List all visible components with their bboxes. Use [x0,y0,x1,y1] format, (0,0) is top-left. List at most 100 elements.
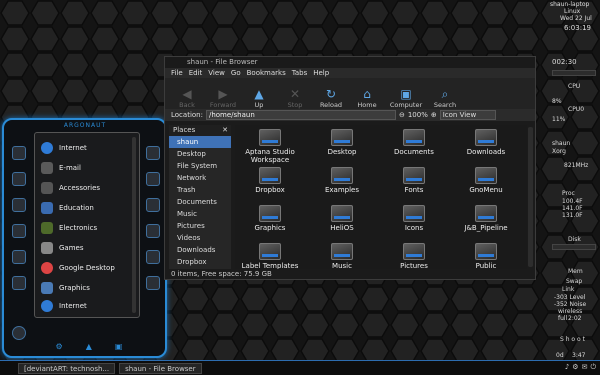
sidebar-item-pictures[interactable]: Pictures [169,220,231,232]
launcher-side-icon[interactable] [12,250,26,264]
sidebar-item-music[interactable]: Music [169,208,231,220]
folder-icon [331,129,353,146]
file-item[interactable]: Icons [379,205,449,232]
close-icon[interactable]: ✕ [222,125,228,136]
games-icon [41,242,53,254]
launcher-item[interactable]: Games [41,239,131,257]
menu-bar: File Edit View Go Bookmarks Tabs Help [165,68,535,78]
launcher-item[interactable]: Internet [41,299,131,313]
menu-view[interactable]: View [208,68,225,78]
places-sidebar: Places ✕ shaun Desktop File System Networ… [169,125,231,271]
file-item[interactable]: Fonts [379,167,449,194]
mail-icon[interactable]: ✉ [582,363,588,372]
launcher-side-icon[interactable] [146,172,160,186]
disk-label: Disk [568,236,581,243]
sidebar-item-documents[interactable]: Documents [169,196,231,208]
menu-help[interactable]: Help [313,68,329,78]
forward-button[interactable]: ▶ Forward [205,79,241,110]
lock-icon[interactable]: ▣ [115,342,123,354]
launcher-item[interactable]: Accessories [41,179,131,197]
file-item[interactable]: GnoMenu [451,167,521,194]
icon-view-scrollbar[interactable] [528,127,533,267]
reload-button[interactable]: ↻ Reload [313,79,349,110]
launcher-side-icon[interactable] [146,146,160,160]
file-item[interactable]: Documents [379,129,449,156]
clock-time: 6:03:19 [564,24,591,32]
disk-bar [552,244,596,250]
launcher-side-icon[interactable] [12,224,26,238]
stop-button[interactable]: ✕ Stop [277,79,313,110]
file-item[interactable]: Downloads [451,129,521,156]
taskbar: [deviantART: technosh... shaun - File Br… [0,360,600,375]
file-item[interactable]: Public [451,243,521,270]
launcher-side-icon[interactable] [12,146,26,160]
launcher-power-icon[interactable] [12,326,26,340]
launcher-side-icon[interactable] [12,172,26,186]
launcher-item[interactable]: E-mail [41,159,131,177]
wifi-status: full [558,315,568,322]
menu-tabs[interactable]: Tabs [292,68,308,78]
power-icon[interactable]: ⏻ [590,363,596,372]
launcher-item[interactable]: Internet [41,139,131,157]
launcher-item[interactable]: Electronics [41,219,131,237]
process-name: shaun [552,140,571,147]
file-item[interactable]: HeliOS [307,205,377,232]
folder-icon [403,167,425,184]
launcher-side-icon[interactable] [12,276,26,290]
taskbar-item-file-browser[interactable]: shaun - File Browser [119,362,202,374]
sidebar-item-filesystem[interactable]: File System [169,160,231,172]
window-titlebar[interactable]: shaun - File Browser [165,57,535,68]
menu-go[interactable]: Go [231,68,241,78]
launcher-side-icon[interactable] [146,224,160,238]
back-button[interactable]: ◀ Back [169,79,205,110]
taskbar-item-browser[interactable]: [deviantART: technosh... [18,362,116,374]
volume-icon[interactable]: ♪ [565,363,569,372]
zoom-out-icon[interactable]: ⊖ [399,111,405,119]
menu-bookmarks[interactable]: Bookmarks [247,68,286,78]
location-input[interactable]: /home/shaun [205,110,396,120]
file-item[interactable]: Examples [307,167,377,194]
home-button[interactable]: ⌂ Home [349,79,385,110]
zoom-in-icon[interactable]: ⊕ [431,111,437,119]
launcher-side-icon[interactable] [146,250,160,264]
process-name: Xorg [552,148,566,155]
view-mode-select[interactable]: Icon View [439,110,496,120]
hostname: shaun-laptop [550,1,590,8]
places-header[interactable]: Places ✕ [169,125,231,136]
launcher-item[interactable]: Graphics [41,279,131,297]
launcher-item[interactable]: Education [41,199,131,217]
sidebar-item-dropbox[interactable]: Dropbox [169,256,231,268]
file-item[interactable]: Aptana Studio Workspace [235,129,305,164]
file-item[interactable]: Music [307,243,377,270]
file-item[interactable]: Pictures [379,243,449,270]
mail-icon [41,162,53,174]
computer-button[interactable]: ▣ Computer [385,79,427,110]
menu-edit[interactable]: Edit [189,68,203,78]
sidebar-item-trash[interactable]: Trash [169,184,231,196]
menu-file[interactable]: File [171,68,183,78]
sidebar-item-network[interactable]: Network [169,172,231,184]
file-item[interactable]: Dropbox [235,167,305,194]
settings-icon[interactable]: ⚙ [56,342,63,354]
file-item[interactable]: Graphics [235,205,305,232]
file-item[interactable]: Label Templates [235,243,305,270]
sidebar-item-downloads[interactable]: Downloads [169,244,231,256]
file-item[interactable]: Desktop [307,129,377,156]
launcher-scrollbar[interactable] [132,137,136,313]
launcher-side-icon[interactable] [12,198,26,212]
file-item[interactable]: J&B_Pipeline [451,205,521,232]
sidebar-item-shaun[interactable]: shaun [169,136,231,148]
folder-icon [403,129,425,146]
sidebar-item-desktop[interactable]: Desktop [169,148,231,160]
up-button[interactable]: ▲ Up [241,79,277,110]
launcher-item[interactable]: Google Desktop [41,259,131,277]
launcher-side-icon[interactable] [146,276,160,290]
wifi-link: Link [562,286,575,293]
launcher-side-icon[interactable] [146,198,160,212]
cpu1-percent: 8% [552,98,562,105]
sidebar-item-videos[interactable]: Videos [169,232,231,244]
settings-icon[interactable]: ⚙ [572,363,578,372]
wifi-name: wireless [558,308,583,315]
search-button[interactable]: ⌕ Search [427,79,463,110]
up-arrow-icon[interactable]: ▲ [86,342,92,354]
